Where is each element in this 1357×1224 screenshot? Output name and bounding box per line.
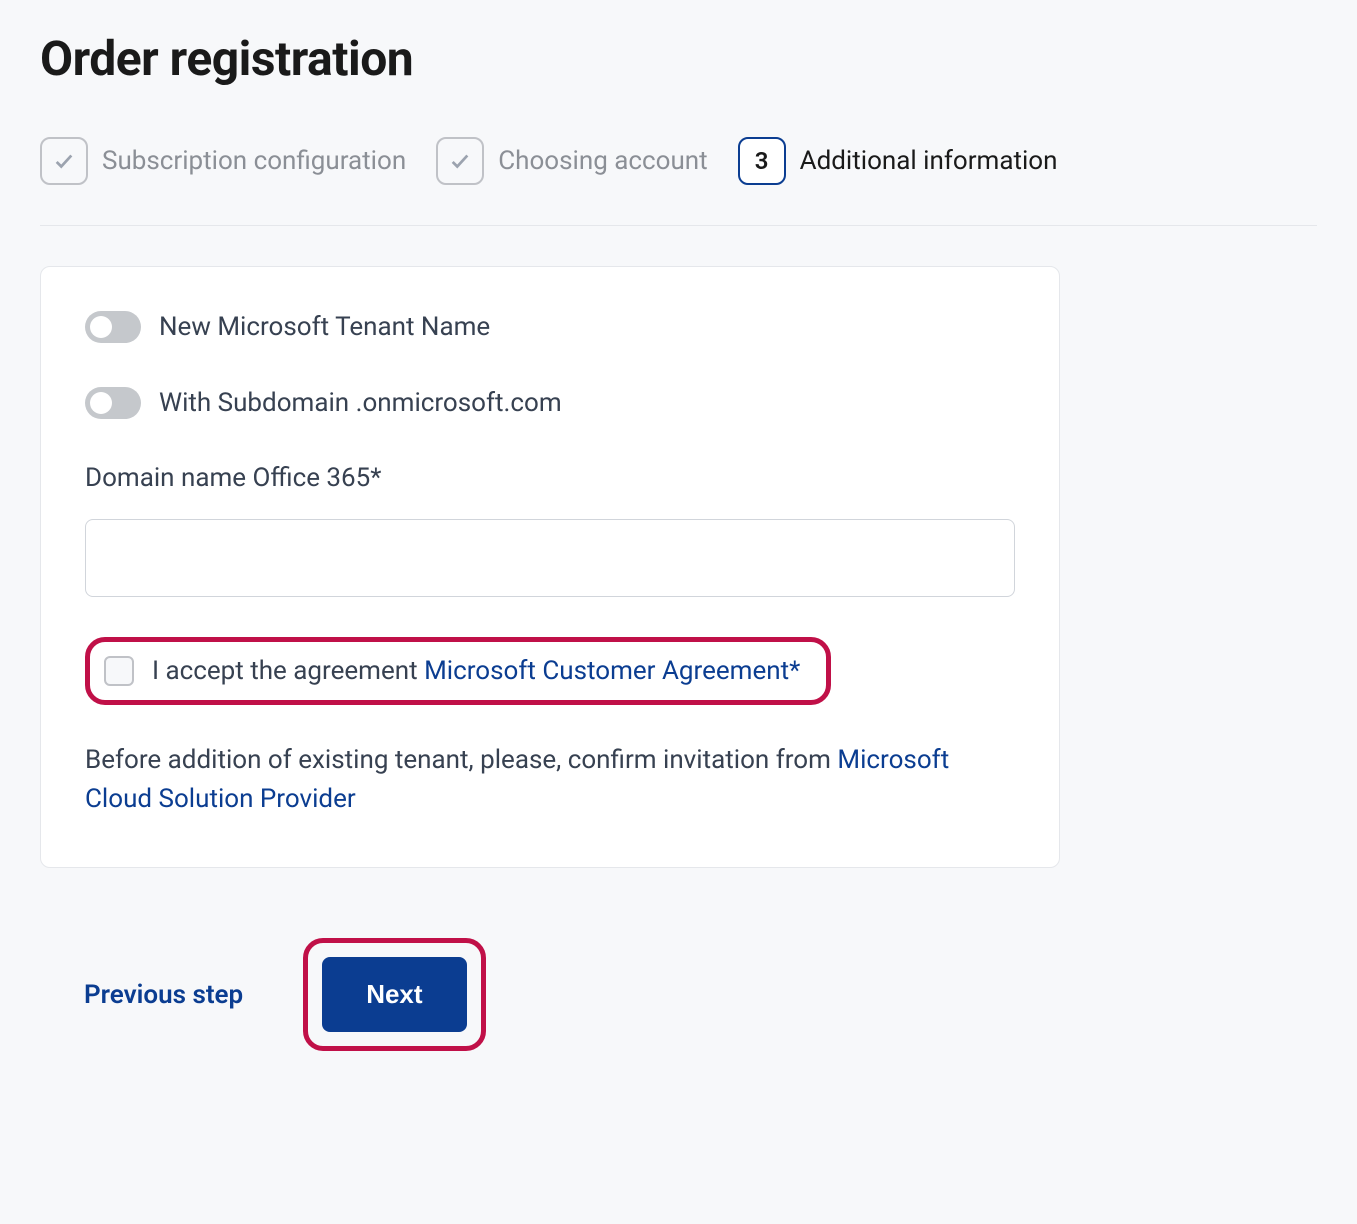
toggle-knob xyxy=(90,316,112,338)
step-badge-completed xyxy=(40,137,88,185)
toggle-subdomain-row: With Subdomain .onmicrosoft.com xyxy=(85,387,1015,419)
new-tenant-toggle[interactable] xyxy=(85,311,141,343)
domain-name-input[interactable] xyxy=(85,519,1015,597)
check-icon xyxy=(449,150,471,172)
step-badge-completed xyxy=(436,137,484,185)
step-number: 3 xyxy=(755,147,769,175)
toggle-label: New Microsoft Tenant Name xyxy=(159,312,490,342)
stepper: Subscription configuration Choosing acco… xyxy=(40,137,1317,226)
toggle-new-tenant-row: New Microsoft Tenant Name xyxy=(85,311,1015,343)
agreement-text: I accept the agreement Microsoft Custome… xyxy=(152,656,800,686)
toggle-knob xyxy=(90,392,112,414)
check-icon xyxy=(53,150,75,172)
domain-name-field: Domain name Office 365* xyxy=(85,463,1015,597)
agreement-prefix: I accept the agreement xyxy=(152,656,424,686)
agreement-link[interactable]: Microsoft Customer Agreement* xyxy=(424,656,800,686)
previous-step-link[interactable]: Previous step xyxy=(84,980,243,1010)
info-prefix: Before addition of existing tenant, plea… xyxy=(85,745,837,775)
step-subscription-config: Subscription configuration xyxy=(40,137,406,185)
additional-info-card: New Microsoft Tenant Name With Subdomain… xyxy=(40,266,1060,868)
step-additional-info: 3 Additional information xyxy=(738,137,1058,185)
info-text: Before addition of existing tenant, plea… xyxy=(85,741,1015,819)
page-title: Order registration xyxy=(40,30,1317,87)
domain-name-label: Domain name Office 365* xyxy=(85,463,1015,493)
next-button[interactable]: Next xyxy=(322,957,466,1032)
step-label: Subscription configuration xyxy=(102,146,406,176)
next-highlight: Next xyxy=(303,938,485,1051)
step-label: Choosing account xyxy=(498,146,707,176)
agreement-highlight: I accept the agreement Microsoft Custome… xyxy=(85,637,831,705)
toggle-label: With Subdomain .onmicrosoft.com xyxy=(159,388,562,418)
step-choosing-account: Choosing account xyxy=(436,137,707,185)
step-badge-active: 3 xyxy=(738,137,786,185)
footer-actions: Previous step Next xyxy=(40,938,1317,1051)
subdomain-toggle[interactable] xyxy=(85,387,141,419)
agreement-checkbox[interactable] xyxy=(104,656,134,686)
step-label: Additional information xyxy=(800,146,1058,176)
